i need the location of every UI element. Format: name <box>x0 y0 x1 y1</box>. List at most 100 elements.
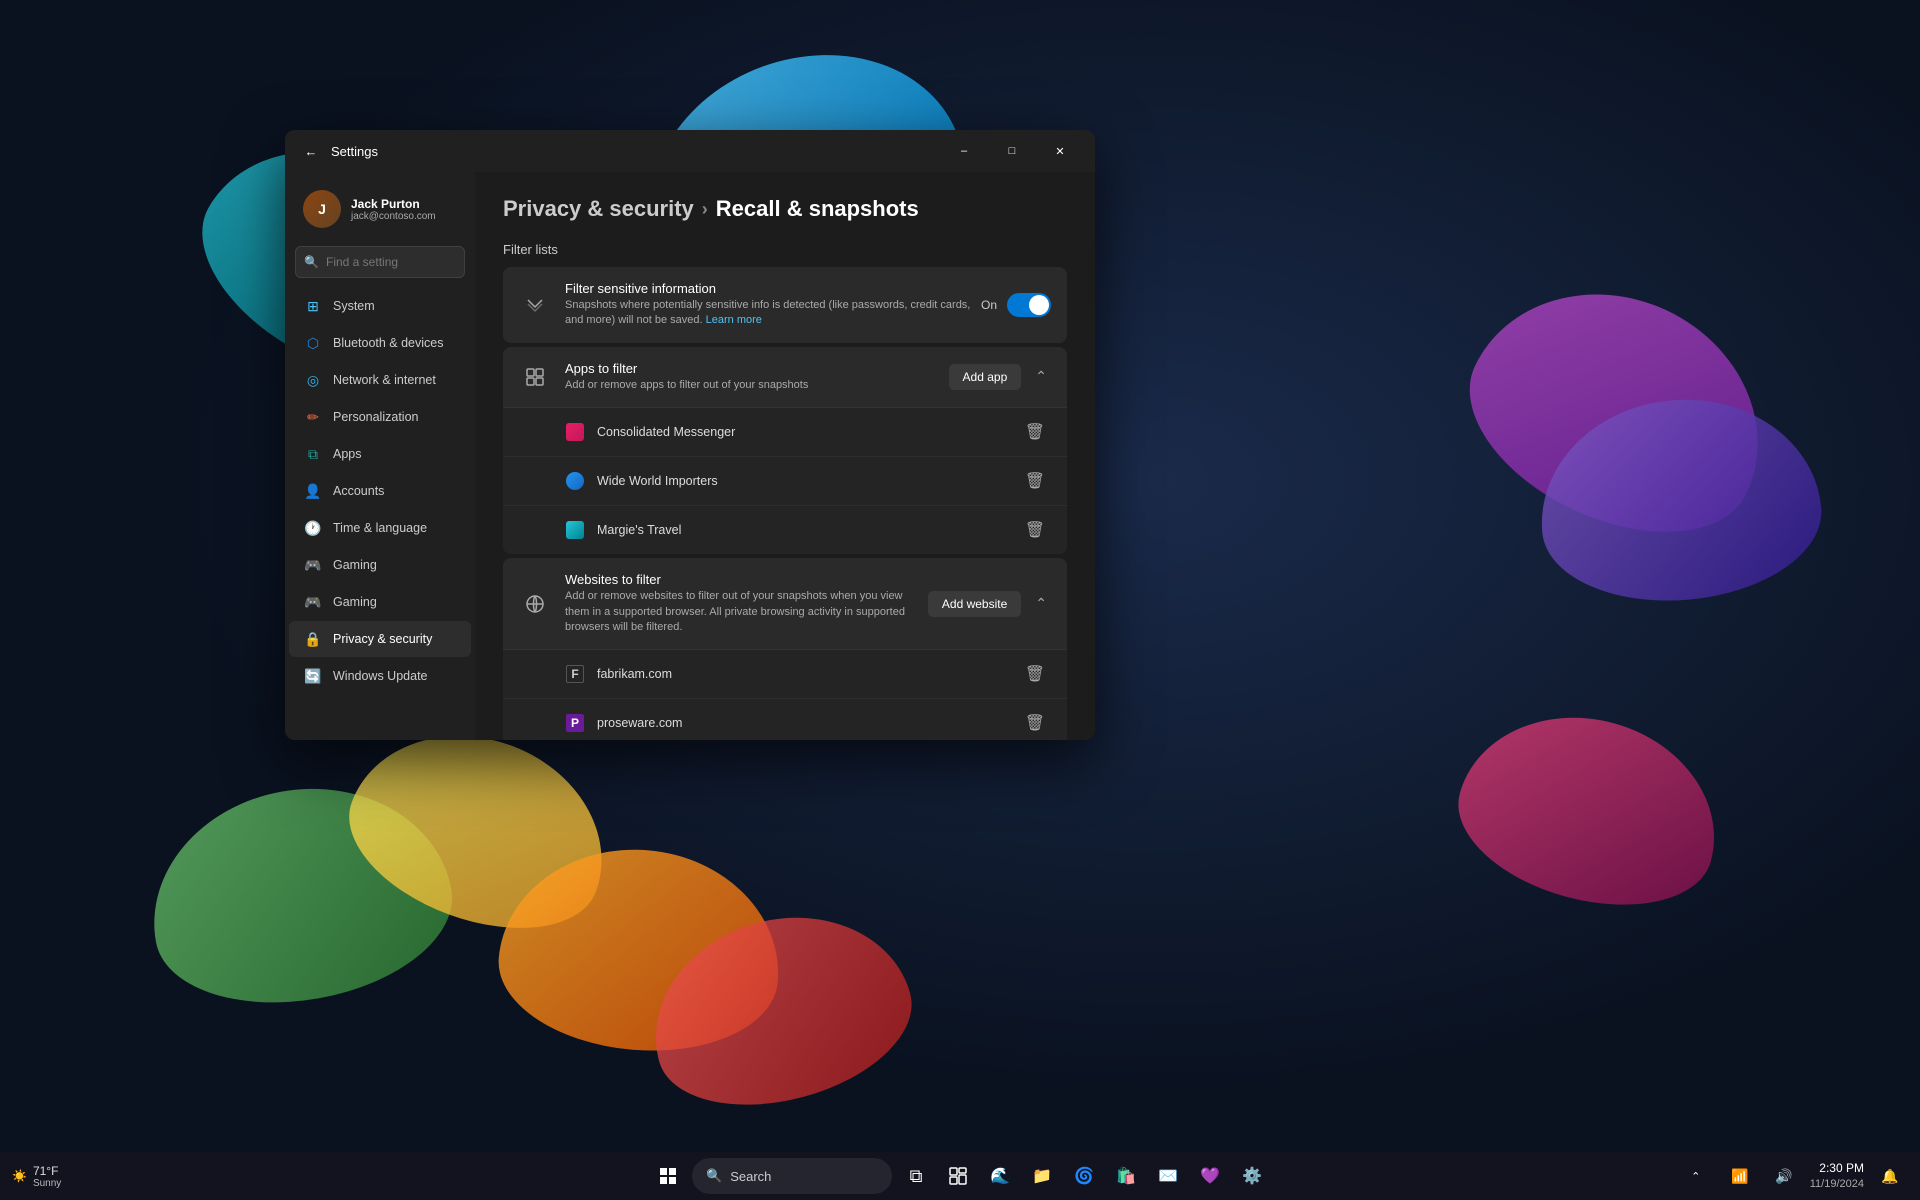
filter-sensitive-toggle[interactable] <box>1007 293 1051 317</box>
copilot-button[interactable]: 🌀 <box>1066 1158 1102 1194</box>
update-icon: 🔄 <box>303 666 323 686</box>
websites-list: F fabrikam.com 🗑 P proseware.com 🗑 <box>503 650 1067 740</box>
filter-sensitive-row: Filter sensitive information Snapshots w… <box>503 267 1067 343</box>
edge-button[interactable]: 🌊 <box>982 1158 1018 1194</box>
apps-to-filter-info: Apps to filter Add or remove apps to fil… <box>565 361 949 393</box>
settings-window: ← Settings – □ ✕ J Jack Purton jack@cont… <box>285 130 1095 740</box>
taskbar-search[interactable]: 🔍 Search <box>692 1158 892 1194</box>
accounts-icon: 👤 <box>303 481 323 501</box>
time-icon: 🕐 <box>303 518 323 538</box>
taskbar-search-label: Search <box>730 1169 771 1184</box>
taskbar-right: ⌃ 📶 🔊 2:30 PM 11/19/2024 🔔 <box>1678 1158 1908 1194</box>
avatar: J <box>303 190 341 228</box>
sidebar-item-system[interactable]: ⊞ System <box>289 288 471 324</box>
filter-sensitive-learn-more[interactable]: Learn more <box>706 314 762 326</box>
sidebar: J Jack Purton jack@contoso.com 🔍 ⊞ Syste… <box>285 172 475 740</box>
mail-button[interactable]: ✉️ <box>1150 1158 1186 1194</box>
teams-button[interactable]: 💜 <box>1192 1158 1228 1194</box>
search-box: 🔍 <box>295 246 465 278</box>
taskbar-search-icon: 🔍 <box>706 1168 722 1184</box>
delete-fabrikam-button[interactable]: 🗑 <box>1019 660 1051 688</box>
sidebar-item-bluetooth[interactable]: ⬡ Bluetooth & devices <box>289 325 471 361</box>
clock-date: 11/19/2024 <box>1810 1177 1864 1192</box>
window-controls: – □ ✕ <box>941 135 1083 167</box>
list-item: P proseware.com 🗑 <box>503 699 1067 740</box>
sidebar-item-apps[interactable]: ⧉ Apps <box>289 436 471 472</box>
apps-chevron-up[interactable]: ⌃ <box>1031 364 1051 389</box>
search-input[interactable] <box>295 246 465 278</box>
sidebar-item-network[interactable]: ◎ Network & internet <box>289 362 471 398</box>
filter-sensitive-title: Filter sensitive information <box>565 281 972 296</box>
notification-bell[interactable]: 🔔 <box>1872 1158 1908 1194</box>
breadcrumb-parent[interactable]: Privacy & security <box>503 196 694 222</box>
filter-sensitive-info: Filter sensitive information Snapshots w… <box>565 281 972 329</box>
websites-to-filter-card: Websites to filter Add or remove website… <box>503 558 1067 740</box>
store-button[interactable]: 🛍️ <box>1108 1158 1144 1194</box>
sidebar-item-gaming[interactable]: 🎮 Gaming <box>289 547 471 583</box>
websites-to-filter-info: Websites to filter Add or remove website… <box>565 572 928 635</box>
proseware-icon: P <box>565 713 585 733</box>
apps-to-filter-control: Add app ⌃ <box>949 364 1051 390</box>
taskbar-center: 🔍 Search ⧉ 🌊 📁 🌀 🛍️ ✉️ 💜 ⚙️ <box>650 1158 1270 1194</box>
system-icon: ⊞ <box>303 296 323 316</box>
websites-chevron-up[interactable]: ⌃ <box>1031 591 1051 616</box>
filter-sensitive-desc: Snapshots where potentially sensitive in… <box>565 298 972 329</box>
apps-to-filter-title: Apps to filter <box>565 361 949 376</box>
sidebar-item-gaming2[interactable]: 🎮 Gaming <box>289 584 471 620</box>
sidebar-item-personalization[interactable]: ✏ Personalization <box>289 399 471 435</box>
time-display[interactable]: 2:30 PM 11/19/2024 <box>1810 1160 1864 1192</box>
main-content: Privacy & security › Recall & snapshots … <box>475 172 1095 740</box>
weather-condition: Sunny <box>33 1178 61 1189</box>
filter-sensitive-control: On <box>972 293 1051 317</box>
volume-icon[interactable]: 🔊 <box>1766 1158 1802 1194</box>
privacy-icon: 🔒 <box>303 629 323 649</box>
app-name-wide-world: Wide World Importers <box>597 474 1019 488</box>
wide-world-icon <box>565 471 585 491</box>
taskview-button[interactable]: ⧉ <box>898 1158 934 1194</box>
list-item: Wide World Importers 🗑 <box>503 457 1067 506</box>
taskbar: ☀️ 71°F Sunny 🔍 Search ⧉ <box>0 1152 1920 1200</box>
network-icon-taskbar[interactable]: 📶 <box>1722 1158 1758 1194</box>
website-proseware: proseware.com <box>597 716 1019 730</box>
minimize-button[interactable]: – <box>941 135 987 167</box>
delete-wide-world-button[interactable]: 🗑 <box>1019 467 1051 495</box>
add-app-button[interactable]: Add app <box>949 364 1022 390</box>
app-name-consolidated: Consolidated Messenger <box>597 425 1019 439</box>
weather-widget[interactable]: ☀️ 71°F Sunny <box>12 1164 61 1189</box>
apps-list: Consolidated Messenger 🗑 Wide World Impo… <box>503 408 1067 554</box>
window-body: J Jack Purton jack@contoso.com 🔍 ⊞ Syste… <box>285 172 1095 740</box>
notification-chevron[interactable]: ⌃ <box>1678 1158 1714 1194</box>
user-info: Jack Purton jack@contoso.com <box>351 197 436 222</box>
files-button[interactable]: 📁 <box>1024 1158 1060 1194</box>
fabrikam-icon: F <box>565 664 585 684</box>
back-button[interactable]: ← <box>297 137 325 165</box>
websites-to-filter-row: Websites to filter Add or remove website… <box>503 558 1067 650</box>
settings-taskbar-button[interactable]: ⚙️ <box>1234 1158 1270 1194</box>
add-website-button[interactable]: Add website <box>928 591 1021 617</box>
breadcrumb-separator: › <box>702 199 708 220</box>
sidebar-item-privacy[interactable]: 🔒 Privacy & security <box>289 621 471 657</box>
weather-temp: 71°F <box>33 1164 61 1178</box>
maximize-button[interactable]: □ <box>989 135 1035 167</box>
list-item: F fabrikam.com 🗑 <box>503 650 1067 699</box>
widgets-button[interactable] <box>940 1158 976 1194</box>
sidebar-item-accounts[interactable]: 👤 Accounts <box>289 473 471 509</box>
sidebar-item-time[interactable]: 🕐 Time & language <box>289 510 471 546</box>
delete-proseware-button[interactable]: 🗑 <box>1019 709 1051 737</box>
gaming-icon: 🎮 <box>303 555 323 575</box>
search-icon: 🔍 <box>304 255 319 269</box>
delete-margies-button[interactable]: 🗑 <box>1019 516 1051 544</box>
filter-sensitive-icon <box>519 289 551 321</box>
user-profile[interactable]: J Jack Purton jack@contoso.com <box>289 180 471 238</box>
list-item: Consolidated Messenger 🗑 <box>503 408 1067 457</box>
start-button[interactable] <box>650 1158 686 1194</box>
close-button[interactable]: ✕ <box>1037 135 1083 167</box>
weather-icon: ☀️ <box>12 1169 27 1183</box>
sidebar-item-update[interactable]: 🔄 Windows Update <box>289 658 471 694</box>
breadcrumb: Privacy & security › Recall & snapshots <box>503 196 1067 222</box>
apps-to-filter-icon <box>519 361 551 393</box>
margies-travel-icon <box>565 520 585 540</box>
delete-consolidated-button[interactable]: 🗑 <box>1019 418 1051 446</box>
personalization-icon: ✏ <box>303 407 323 427</box>
website-fabrikam: fabrikam.com <box>597 667 1019 681</box>
